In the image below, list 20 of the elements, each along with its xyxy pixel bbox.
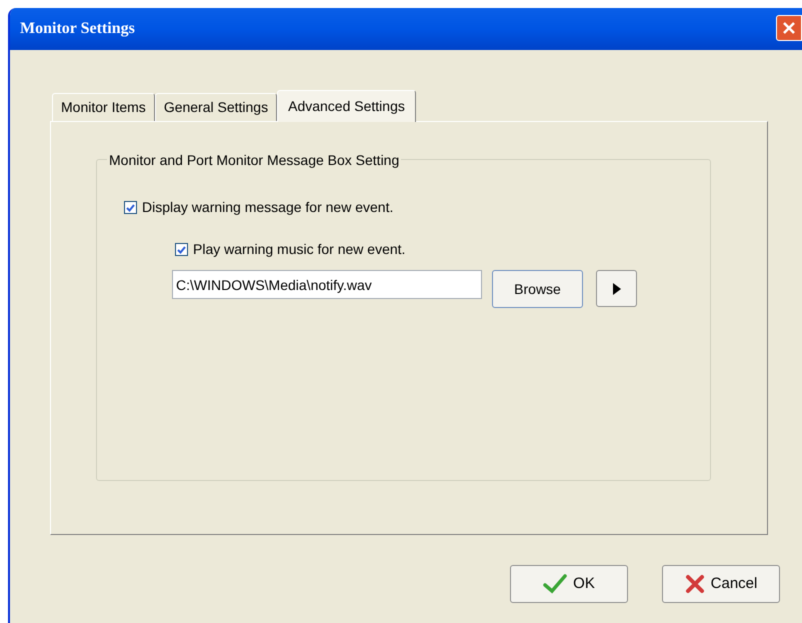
cross-icon xyxy=(684,574,705,594)
close-icon xyxy=(782,21,796,35)
checkmark-icon xyxy=(177,246,186,254)
tab[interactable]: General Settings xyxy=(154,93,278,121)
cancel-button[interactable]: Cancel xyxy=(662,565,780,603)
checkbox-label: Display warning message for new event. xyxy=(142,198,394,217)
file-path-field[interactable]: C:\WINDOWS\Media\notify.wav xyxy=(172,270,482,299)
tab[interactable]: Monitor Items xyxy=(52,93,155,121)
checkbox[interactable] xyxy=(175,243,188,256)
ok-button[interactable]: OK xyxy=(510,565,628,603)
play-icon xyxy=(612,282,620,294)
checkmark-icon xyxy=(543,574,568,594)
checkmark-icon xyxy=(126,204,135,212)
tab[interactable]: Advanced Settings xyxy=(277,90,416,122)
window-title: Monitor Settings xyxy=(20,19,135,39)
checkbox[interactable] xyxy=(124,201,137,214)
close-button[interactable] xyxy=(776,15,802,41)
play-button[interactable] xyxy=(596,270,637,307)
checkbox-label: Play warning music for new event. xyxy=(193,240,406,259)
browse-button[interactable]: Browse xyxy=(492,270,583,308)
